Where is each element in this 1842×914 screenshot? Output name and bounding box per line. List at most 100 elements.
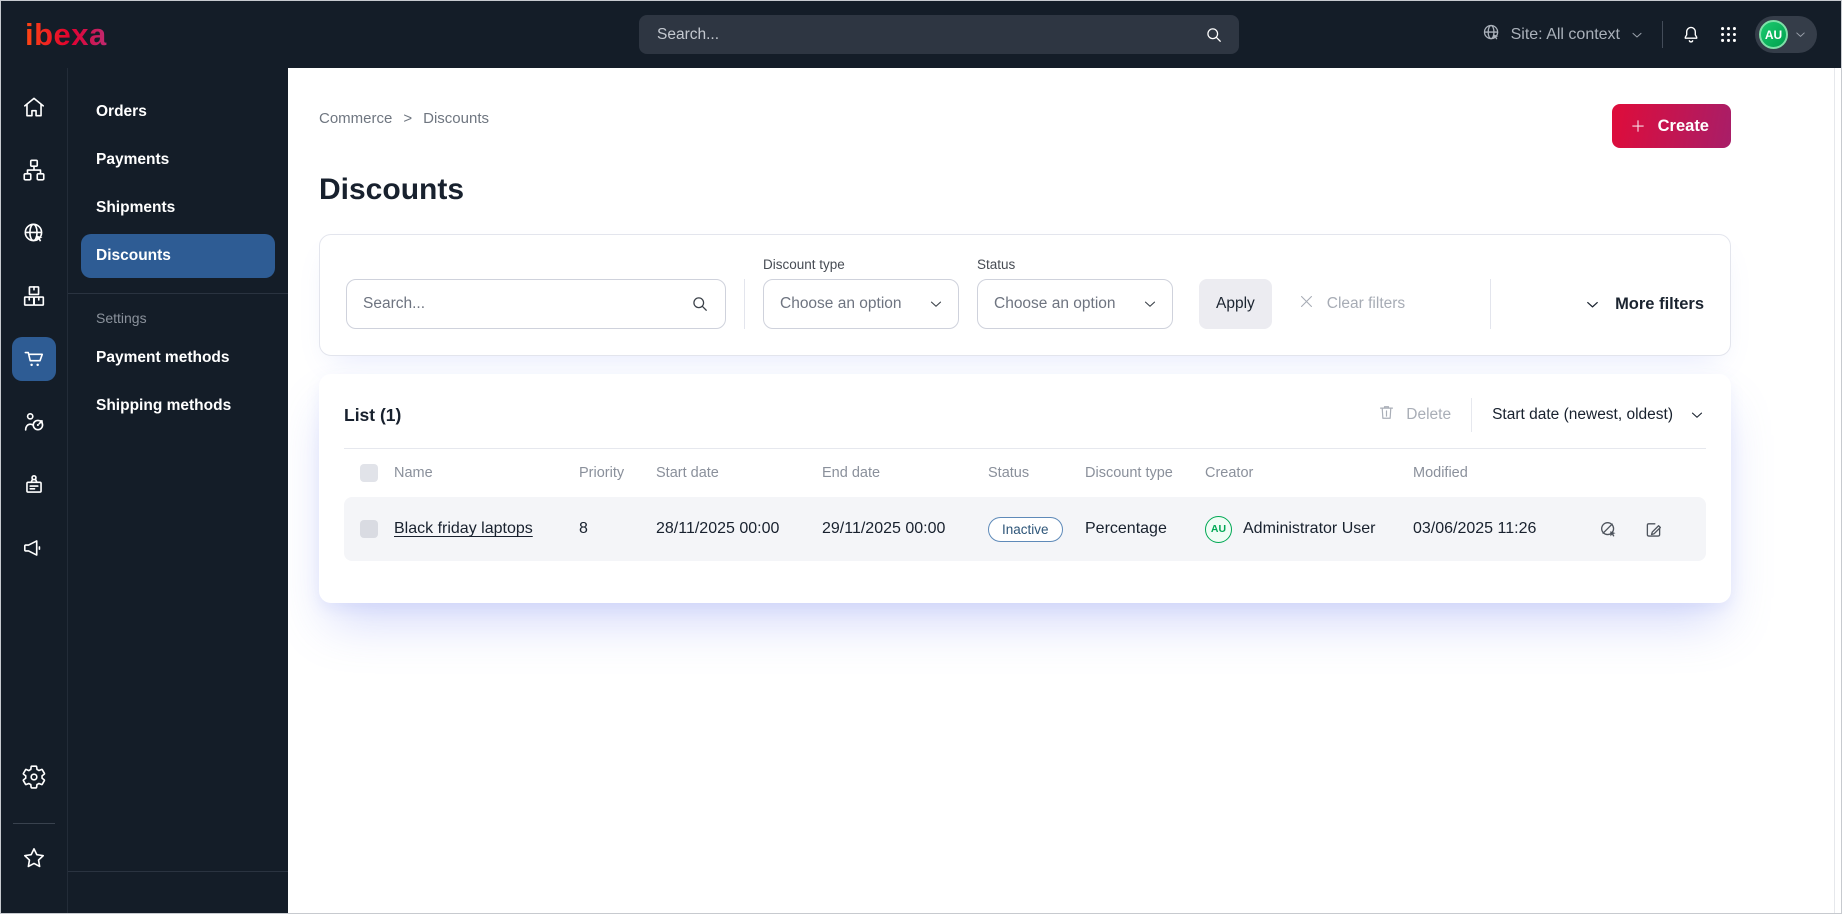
table-header-row: Name Priority Start date End date Status… (344, 449, 1706, 497)
clear-filters-label: Clear filters (1326, 295, 1406, 312)
list-header-actions: Delete Start date (newest, oldest) (1377, 398, 1706, 432)
site-globe-icon[interactable] (12, 211, 56, 255)
global-search-input[interactable] (657, 25, 1204, 44)
column-header-discount-type: Discount type (1085, 465, 1173, 481)
status-label: Status (977, 257, 1016, 272)
products-boxes-icon[interactable] (12, 274, 56, 318)
settings-gear-icon[interactable] (12, 755, 56, 799)
creator-name: Administrator User (1243, 520, 1376, 537)
edit-icon[interactable] (1643, 519, 1664, 540)
discount-name-link[interactable]: Black friday laptops (394, 520, 533, 537)
chevron-down-icon (1141, 295, 1159, 313)
discounts-list-card: List (1) Delete Start date (newest, olde… (319, 374, 1731, 603)
filters-card: Discount type Choose an option Status Ch… (319, 234, 1731, 356)
close-icon (1298, 293, 1315, 315)
list-header-divider (1471, 398, 1473, 432)
column-header-modified: Modified (1413, 465, 1468, 481)
column-header-name: Name (394, 465, 433, 481)
filter-divider (744, 279, 745, 329)
list-title: List (1) (344, 404, 402, 425)
site-context-selector[interactable]: Site: All context (1481, 22, 1645, 48)
app-body: Orders Payments Shipments Discounts Sett… (1, 68, 1841, 913)
topbar-divider (1662, 21, 1663, 48)
search-icon[interactable] (1204, 25, 1224, 45)
user-menu[interactable]: AU (1755, 16, 1817, 53)
more-filters-button[interactable]: More filters (1583, 295, 1704, 314)
filter-search-input[interactable] (363, 295, 690, 313)
create-button-label: Create (1657, 116, 1709, 135)
delete-label: Delete (1406, 406, 1452, 423)
menu-item-payment-methods[interactable]: Payment methods (81, 336, 275, 380)
more-filters-label: More filters (1615, 294, 1704, 313)
column-header-end-date: End date (822, 465, 881, 481)
topbar-right-cluster: Site: All context AU (1481, 16, 1817, 53)
corporate-badge-icon[interactable] (12, 463, 56, 507)
chevron-down-icon (1629, 27, 1645, 43)
status-select[interactable]: Choose an option (977, 279, 1173, 329)
list-header: List (1) Delete Start date (newest, olde… (344, 394, 1706, 449)
discount-type-select[interactable]: Choose an option (763, 279, 959, 329)
panel-bottom-bar (68, 871, 288, 913)
select-all-checkbox[interactable] (360, 464, 378, 482)
status-value: Choose an option (994, 295, 1116, 312)
discount-type-cell: Percentage (1085, 520, 1167, 537)
clear-filters-button[interactable]: Clear filters (1298, 279, 1405, 329)
preview-disabled-icon[interactable] (1598, 519, 1619, 540)
breadcrumb: Commerce > Discounts (319, 104, 489, 127)
row-checkbox[interactable] (360, 520, 378, 538)
commerce-cart-icon[interactable] (12, 337, 56, 381)
trash-icon (1377, 403, 1396, 427)
create-button[interactable]: Create (1611, 104, 1731, 148)
site-context-label: Site: All context (1510, 25, 1620, 43)
more-filters-area: More filters (1490, 279, 1704, 329)
menu-item-discounts[interactable]: Discounts (81, 234, 275, 278)
content-header: Commerce > Discounts Create (319, 104, 1731, 148)
bookmarks-star-icon[interactable] (12, 836, 56, 880)
menu-item-shipping-methods[interactable]: Shipping methods (81, 384, 275, 428)
discount-type-filter: Discount type Choose an option (763, 257, 959, 329)
menu-section-settings: Settings (96, 310, 147, 326)
status-filter: Status Choose an option (977, 257, 1173, 329)
chevron-down-icon (1583, 295, 1602, 314)
menu-item-payments[interactable]: Payments (81, 138, 275, 182)
column-header-status: Status (988, 465, 1030, 481)
app-grid-icon[interactable] (1719, 25, 1738, 44)
icon-rail (1, 68, 68, 913)
content-tree-icon[interactable] (12, 148, 56, 192)
notification-bell-icon[interactable] (1680, 24, 1702, 46)
topbar: ibexa Site: All context (1, 1, 1841, 68)
apply-button[interactable]: Apply (1199, 279, 1272, 329)
search-icon[interactable] (690, 294, 710, 314)
menu-item-orders[interactable]: Orders (81, 90, 275, 134)
breadcrumb-commerce[interactable]: Commerce (319, 110, 392, 127)
discount-type-value: Choose an option (780, 295, 902, 312)
marketing-megaphone-icon[interactable] (12, 526, 56, 570)
scrollbar-track[interactable] (1834, 68, 1841, 913)
app-window: ibexa Site: All context (0, 0, 1842, 914)
page-title: Discounts (319, 173, 465, 206)
sort-selector[interactable]: Start date (newest, oldest) (1492, 406, 1706, 424)
ibexa-logo[interactable]: ibexa (25, 17, 107, 53)
menu-divider (68, 293, 288, 294)
priority-cell: 8 (579, 520, 588, 537)
breadcrumb-separator: > (403, 110, 413, 127)
filter-search-box[interactable] (346, 279, 726, 329)
column-header-creator: Creator (1205, 465, 1254, 481)
table-row: Black friday laptops 8 28/11/2025 00:00 … (344, 497, 1706, 561)
customer-target-icon[interactable] (12, 400, 56, 444)
column-header-start-date: Start date (656, 465, 719, 481)
breadcrumb-discounts[interactable]: Discounts (423, 110, 489, 127)
icon-rail-bottom (12, 755, 56, 899)
chevron-down-icon (1688, 406, 1706, 424)
menu-item-shipments[interactable]: Shipments (81, 186, 275, 230)
global-search-bar[interactable] (639, 15, 1239, 54)
column-header-priority: Priority (579, 465, 625, 481)
commerce-menu-panel: Orders Payments Shipments Discounts Sett… (68, 68, 288, 913)
delete-button[interactable]: Delete (1377, 403, 1451, 427)
plus-icon (1629, 117, 1647, 135)
start-date-cell: 28/11/2025 00:00 (656, 520, 780, 537)
rail-divider (13, 823, 55, 824)
chevron-down-icon (927, 295, 945, 313)
home-icon[interactable] (12, 85, 56, 129)
sort-label: Start date (newest, oldest) (1492, 406, 1673, 423)
